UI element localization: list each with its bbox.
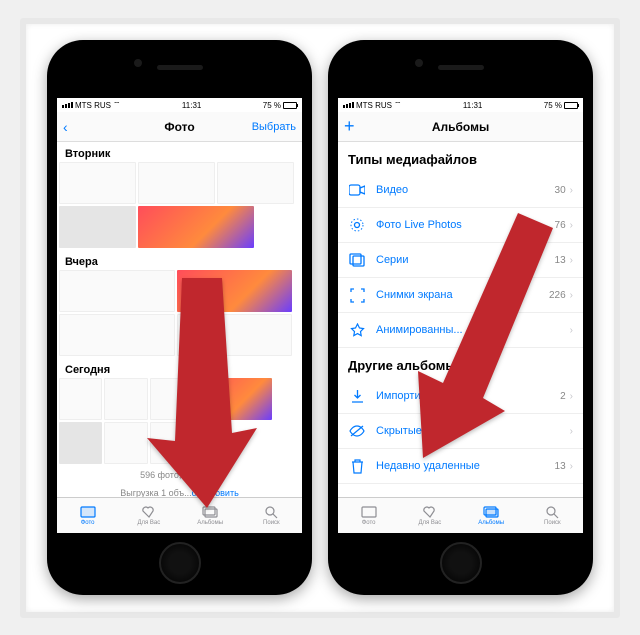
tab-albums[interactable]: Альбомы	[180, 498, 241, 533]
tab-photos[interactable]: Фото	[338, 498, 399, 533]
photo-thumb[interactable]	[195, 378, 272, 420]
clock: 11:31	[463, 101, 482, 110]
tab-photos[interactable]: Фото	[57, 498, 118, 533]
photo-grid[interactable]: Вторник Вчера Сегодня 596 фото, ... виде…	[57, 142, 302, 497]
chevron-right-icon: ›	[570, 391, 573, 402]
chevron-right-icon: ›	[570, 290, 573, 301]
library-summary: 596 фото, ... видео	[57, 466, 302, 484]
tab-search[interactable]: Поиск	[522, 498, 583, 533]
chevron-right-icon: ›	[570, 325, 573, 336]
signal-icon	[62, 102, 73, 108]
chevron-right-icon: ›	[570, 185, 573, 196]
screenshot-icon	[348, 286, 366, 304]
foryou-icon	[140, 505, 158, 519]
photos-icon	[360, 505, 378, 519]
screen-albums: MTS RUS⌔ 11:31 75 % + Альбомы Типы медиа…	[338, 98, 583, 533]
tab-search[interactable]: Поиск	[241, 498, 302, 533]
trash-icon	[348, 457, 366, 475]
photo-thumb[interactable]	[150, 378, 193, 420]
download-icon	[348, 387, 366, 405]
albums-icon	[201, 505, 219, 519]
section-header: Сегодня	[57, 358, 302, 378]
photo-thumb[interactable]	[59, 162, 136, 204]
carrier: MTS RUS	[75, 101, 111, 110]
stop-upload-link[interactable]: остановить	[192, 488, 239, 497]
photo-thumb[interactable]	[104, 422, 147, 464]
select-button[interactable]: Выбрать	[252, 121, 296, 133]
tab-bar: Фото Для Вас Альбомы Поиск	[57, 497, 302, 533]
albums-icon	[482, 505, 500, 519]
burst-icon	[348, 251, 366, 269]
photo-thumb[interactable]	[177, 314, 293, 356]
row-recently-deleted[interactable]: Недавно удаленные13›	[338, 449, 583, 484]
photo-thumb[interactable]	[104, 378, 147, 420]
signal-icon	[343, 102, 354, 108]
back-button[interactable]: ‹	[63, 119, 68, 135]
row-screenshots[interactable]: Снимки экрана226›	[338, 278, 583, 313]
photo-thumb[interactable]	[59, 270, 175, 312]
tab-foryou[interactable]: Для Вас	[399, 498, 460, 533]
photos-icon	[79, 505, 97, 519]
animated-icon	[348, 321, 366, 339]
row-bursts[interactable]: Серии13›	[338, 243, 583, 278]
nav-spacer	[574, 121, 577, 133]
section-header: Вторник	[57, 142, 302, 162]
battery-icon	[283, 102, 297, 109]
photo-thumb[interactable]	[59, 206, 136, 248]
photo-thumb[interactable]	[217, 162, 294, 204]
row-live-photos[interactable]: Фото Live Photos76›	[338, 208, 583, 243]
row-video[interactable]: Видео30›	[338, 173, 583, 208]
row-imported[interactable]: Импортированные2›	[338, 379, 583, 414]
photo-thumb[interactable]	[177, 270, 293, 312]
tab-albums[interactable]: Альбомы	[461, 498, 522, 533]
carrier: MTS RUS	[356, 101, 392, 110]
video-icon	[348, 181, 366, 199]
foryou-icon	[421, 505, 439, 519]
photo-thumb[interactable]	[59, 378, 102, 420]
screen-photos: MTS RUS⌔ 11:31 75 % ‹ Фото Выбрать Вторн…	[57, 98, 302, 533]
wifi-icon: ⌔	[113, 100, 121, 110]
phone-left: MTS RUS⌔ 11:31 75 % ‹ Фото Выбрать Вторн…	[47, 40, 312, 595]
phone-right: MTS RUS⌔ 11:31 75 % + Альбомы Типы медиа…	[328, 40, 593, 595]
wifi-icon: ⌔	[394, 100, 402, 110]
status-bar: MTS RUS⌔ 11:31 75 %	[57, 98, 302, 112]
section-header: Вчера	[57, 250, 302, 270]
home-button[interactable]	[440, 542, 482, 584]
section-media-types: Типы медиафайлов	[338, 142, 583, 173]
tab-foryou[interactable]: Для Вас	[118, 498, 179, 533]
status-bar: MTS RUS⌔ 11:31 75 %	[338, 98, 583, 112]
search-icon	[543, 505, 561, 519]
page-title: Альбомы	[338, 120, 583, 134]
section-other-albums: Другие альбомы	[338, 348, 583, 379]
add-album-button[interactable]: +	[344, 116, 355, 137]
nav-bar: ‹ Фото Выбрать	[57, 112, 302, 142]
row-animated[interactable]: Анимированны...›	[338, 313, 583, 348]
photo-thumb[interactable]	[138, 162, 215, 204]
eye-off-icon	[348, 422, 366, 440]
nav-bar: + Альбомы	[338, 112, 583, 142]
chevron-right-icon: ›	[570, 255, 573, 266]
row-hidden[interactable]: Скрытые›	[338, 414, 583, 449]
photo-thumb[interactable]	[150, 422, 193, 464]
tab-bar: Фото Для Вас Альбомы Поиск	[338, 497, 583, 533]
battery-icon	[564, 102, 578, 109]
battery-pct: 75 %	[544, 101, 562, 110]
battery-pct: 75 %	[263, 101, 281, 110]
chevron-right-icon: ›	[570, 461, 573, 472]
photo-thumb[interactable]	[59, 314, 175, 356]
chevron-right-icon: ›	[570, 220, 573, 231]
home-button[interactable]	[159, 542, 201, 584]
live-icon	[348, 216, 366, 234]
tutorial-frame: MTS RUS⌔ 11:31 75 % ‹ Фото Выбрать Вторн…	[20, 18, 620, 618]
chevron-right-icon: ›	[570, 426, 573, 437]
photo-thumb[interactable]	[59, 422, 102, 464]
photo-thumb[interactable]	[138, 206, 254, 248]
albums-list[interactable]: Типы медиафайлов Видео30› Фото Live Phot…	[338, 142, 583, 497]
search-icon	[262, 505, 280, 519]
upload-status: Выгрузка 1 объ...остановить	[57, 484, 302, 497]
clock: 11:31	[182, 101, 201, 110]
